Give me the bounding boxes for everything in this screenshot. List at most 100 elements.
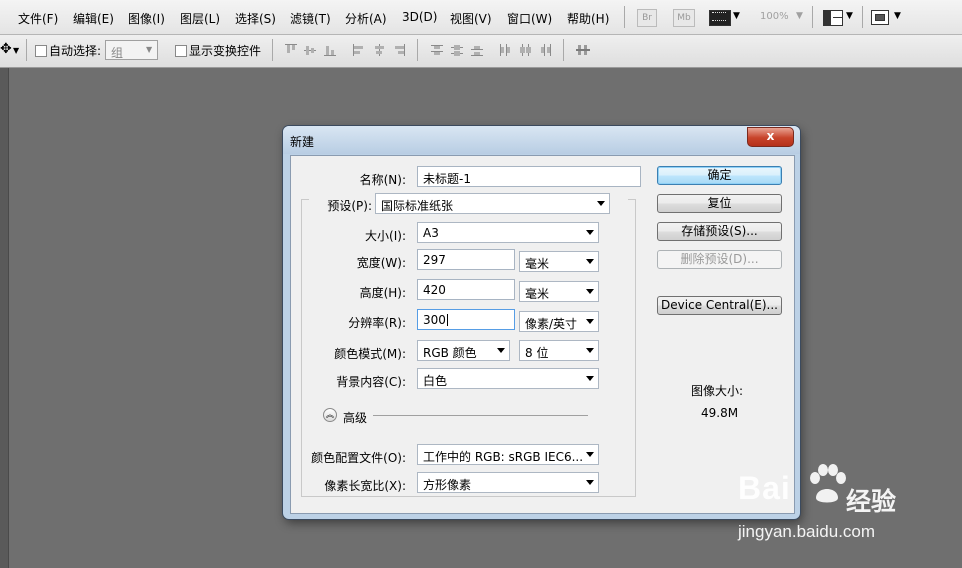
color-mode-value: RGB 颜色: [423, 346, 477, 360]
advanced-divider: [373, 415, 588, 416]
text-cursor: [446, 314, 448, 326]
pixel-aspect-dropdown[interactable]: 方形像素: [417, 472, 599, 493]
chevron-down-icon: [586, 376, 594, 381]
align-bottom-icon[interactable]: [323, 43, 337, 57]
width-input[interactable]: 297: [417, 249, 515, 270]
advanced-toggle-icon[interactable]: ︽: [323, 408, 337, 422]
menu-help[interactable]: 帮助(H): [567, 10, 609, 27]
show-transform-checkbox[interactable]: [175, 45, 187, 57]
chevron-down-icon: [586, 230, 594, 235]
menu-window[interactable]: 窗口(W): [507, 10, 552, 27]
resolution-unit-value: 像素/英寸: [525, 317, 578, 331]
name-label: 名称(N):: [359, 173, 406, 187]
menu-view[interactable]: 视图(V): [450, 10, 492, 27]
menu-edit[interactable]: 编辑(E): [73, 10, 114, 27]
align-left-icon[interactable]: [352, 43, 366, 57]
menu-separator: [624, 6, 625, 28]
height-input[interactable]: 420: [417, 279, 515, 300]
options-separator: [26, 39, 27, 61]
menu-analysis[interactable]: 分析(A): [345, 10, 387, 27]
zoom-level[interactable]: 100%: [760, 11, 789, 22]
close-icon: x: [766, 129, 775, 143]
bit-depth-value: 8 位: [525, 346, 549, 360]
pixel-aspect-value: 方形像素: [423, 478, 472, 492]
move-tool-icon[interactable]: ✥: [0, 41, 12, 57]
baidu-url: jingyan.baidu.com: [738, 522, 876, 541]
background-label: 背景内容(C):: [336, 375, 406, 389]
align-vcenter-icon[interactable]: [303, 43, 317, 57]
height-unit-value: 毫米: [525, 287, 550, 301]
options-separator: [417, 39, 418, 61]
resolution-label: 分辨率(R):: [348, 316, 406, 330]
menu-separator: [862, 6, 863, 28]
distribute-bottom-icon[interactable]: [470, 43, 484, 57]
auto-align-layers-icon[interactable]: [575, 43, 590, 57]
align-top-icon[interactable]: [284, 43, 298, 57]
color-mode-dropdown[interactable]: RGB 颜色: [417, 340, 510, 361]
dialog-body: 名称(N): 未标题-1 预设(P): 国际标准纸张 大小(I): A3 宽度(…: [290, 155, 795, 514]
tools-panel-edge: [0, 68, 9, 568]
advanced-label[interactable]: 高级: [343, 409, 367, 426]
minibridge-icon[interactable]: Mb: [673, 9, 695, 27]
preset-label: 预设(P):: [325, 197, 374, 214]
menu-image[interactable]: 图像(I): [128, 10, 165, 27]
auto-select-dropdown[interactable]: 组 ▼: [105, 40, 158, 60]
auto-select-value: 组: [111, 46, 124, 60]
color-mode-label: 颜色模式(M):: [334, 347, 406, 361]
align-hcenter-icon[interactable]: [372, 43, 386, 57]
screen-mode-icon[interactable]: [871, 10, 889, 25]
preset-value: 国际标准纸张: [381, 199, 454, 213]
menu-file[interactable]: 文件(F): [18, 10, 58, 27]
close-button[interactable]: x: [747, 127, 794, 147]
baidu-jingyan-text: 经验: [846, 487, 897, 516]
chevron-down-icon[interactable]: ▼: [846, 11, 853, 21]
distribute-vcenter-icon[interactable]: [450, 43, 464, 57]
color-profile-dropdown[interactable]: 工作中的 RGB: sRGB IEC6...: [417, 444, 599, 465]
height-unit-dropdown[interactable]: 毫米: [519, 281, 599, 302]
background-dropdown[interactable]: 白色: [417, 368, 599, 389]
background-value: 白色: [423, 374, 448, 388]
distribute-top-icon[interactable]: [430, 43, 444, 57]
menu-select[interactable]: 选择(S): [235, 10, 276, 27]
chevron-down-icon[interactable]: ▼: [13, 46, 19, 55]
chevron-down-icon: [497, 348, 505, 353]
distribute-left-icon[interactable]: [498, 43, 512, 57]
distribute-right-icon[interactable]: [538, 43, 552, 57]
distribute-hcenter-icon[interactable]: [518, 43, 532, 57]
menu-filter[interactable]: 滤镜(T): [290, 10, 331, 27]
show-transform-label: 显示变换控件: [189, 44, 262, 58]
arrange-documents-icon[interactable]: [823, 10, 843, 26]
film-view-icon[interactable]: [709, 10, 731, 26]
chevron-down-icon: [586, 319, 594, 324]
name-input[interactable]: 未标题-1: [417, 166, 641, 187]
menu-layer[interactable]: 图层(L): [180, 10, 220, 27]
chevron-down-icon[interactable]: ▼: [796, 11, 803, 21]
width-label: 宽度(W):: [356, 256, 406, 270]
paw-icon: [810, 464, 846, 503]
dialog-title: 新建: [290, 135, 315, 149]
chevron-down-icon[interactable]: ▼: [733, 11, 740, 21]
device-central-button[interactable]: Device Central(E)...: [657, 296, 782, 315]
size-value: A3: [423, 226, 439, 240]
dialog-titlebar[interactable]: 新建 x: [283, 126, 800, 154]
options-separator: [272, 39, 273, 61]
chevron-down-icon[interactable]: ▼: [894, 11, 901, 21]
menu-3d[interactable]: 3D(D): [402, 10, 437, 24]
image-size-value: 49.8M: [701, 406, 739, 420]
size-dropdown[interactable]: A3: [417, 222, 599, 243]
reset-button[interactable]: 复位: [657, 194, 782, 213]
width-unit-dropdown[interactable]: 毫米: [519, 251, 599, 272]
save-preset-button[interactable]: 存储预设(S)...: [657, 222, 782, 241]
resolution-unit-dropdown[interactable]: 像素/英寸: [519, 311, 599, 332]
options-separator: [563, 39, 564, 61]
resolution-input[interactable]: 300: [417, 309, 515, 330]
bridge-icon[interactable]: Br: [637, 9, 657, 27]
auto-select-checkbox[interactable]: [35, 45, 47, 57]
ok-button[interactable]: 确定: [657, 166, 782, 185]
height-label: 高度(H):: [359, 286, 406, 300]
align-right-icon[interactable]: [392, 43, 406, 57]
auto-select-label: 自动选择:: [49, 44, 102, 58]
chevron-down-icon: [586, 480, 594, 485]
preset-dropdown[interactable]: 国际标准纸张: [375, 193, 610, 214]
bit-depth-dropdown[interactable]: 8 位: [519, 340, 599, 361]
